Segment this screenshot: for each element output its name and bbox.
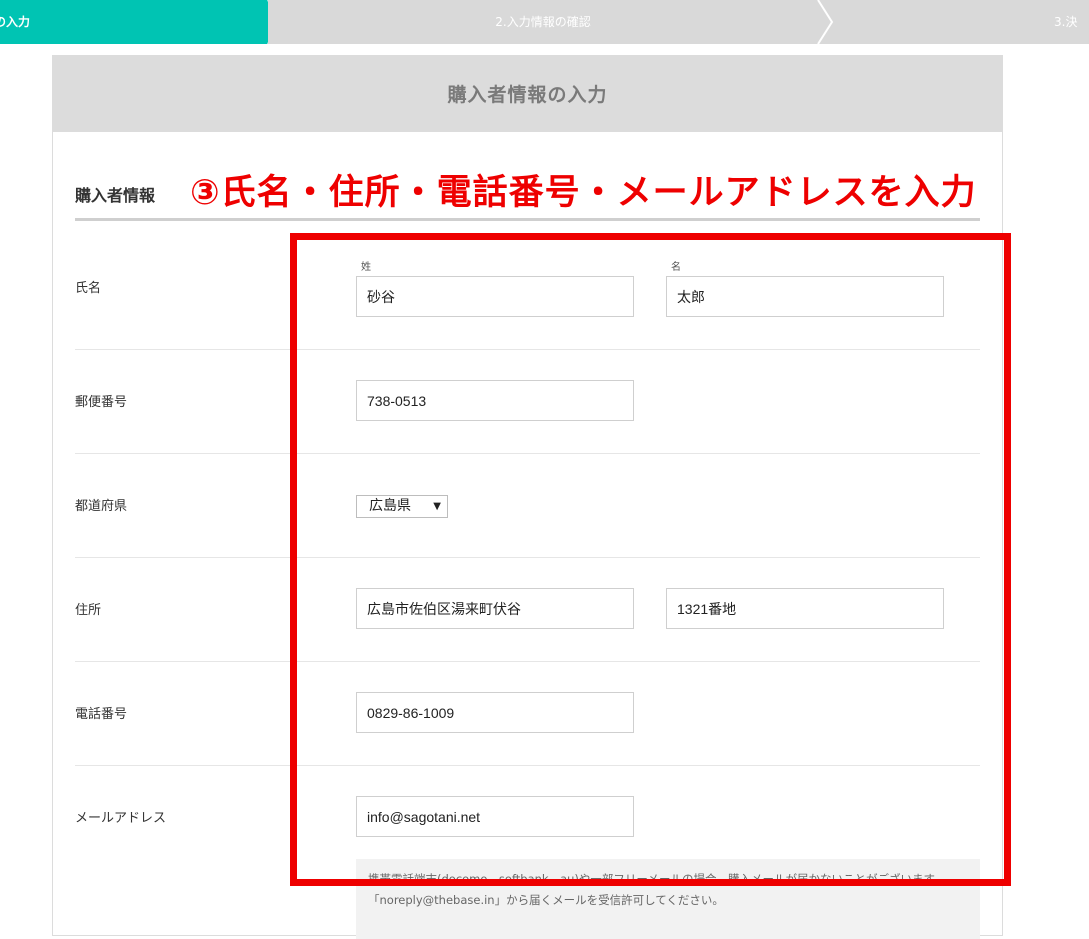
- name-label: 氏名: [75, 281, 102, 296]
- annotation-text: ③氏名・住所・電話番号・メールアドレスを入力: [190, 173, 977, 213]
- postal-label: 郵便番号: [75, 395, 128, 410]
- checkout-step-bar: の入力 2.入力情報の確認 3.決済: [0, 0, 1089, 44]
- address-label: 住所: [75, 603, 102, 618]
- section-title: 購入者情報: [75, 186, 156, 205]
- step-1-active: の入力: [0, 0, 268, 44]
- step-2: 2.入力情報の確認: [268, 0, 818, 44]
- card-heading: 購入者情報の入力: [53, 55, 1002, 132]
- email-label: メールアドレス: [75, 811, 167, 826]
- annotation-highlight-box: [290, 233, 1011, 886]
- step-3: 3.決済: [818, 0, 1089, 44]
- phone-label: 電話番号: [75, 707, 128, 722]
- section-divider: [75, 218, 980, 221]
- step-1-label: の入力: [0, 15, 31, 29]
- prefecture-label: 都道府県: [75, 499, 128, 514]
- step-3-label: 3.決済: [1054, 15, 1078, 29]
- step-2-label: 2.入力情報の確認: [495, 15, 591, 29]
- step-chevron-2-icon: [817, 0, 834, 44]
